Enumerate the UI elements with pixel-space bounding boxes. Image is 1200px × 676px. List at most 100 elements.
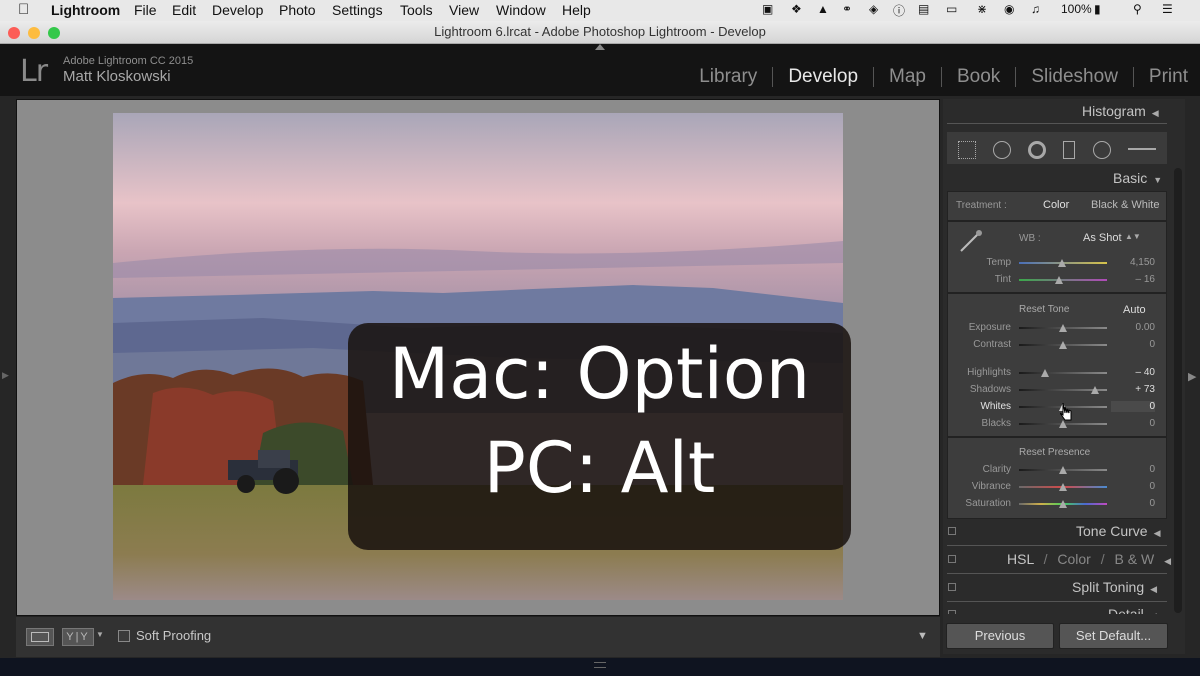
soft-proofing-label[interactable]: Soft Proofing xyxy=(136,628,211,643)
slider-thumb[interactable] xyxy=(1059,324,1067,332)
battery-icon[interactable]: ▮ xyxy=(1094,2,1101,16)
apple-menu-icon[interactable]:  xyxy=(18,1,32,18)
airplay-icon[interactable]: ▭ xyxy=(946,2,957,16)
slider-value[interactable]: – 40 xyxy=(1111,367,1155,378)
slider-thumb[interactable] xyxy=(1058,259,1067,267)
slider-thumb[interactable] xyxy=(1091,386,1100,394)
notes-icon[interactable]: ▤ xyxy=(918,2,929,16)
battery-percent[interactable]: 100% xyxy=(1061,2,1092,16)
split-toning-panel-header[interactable]: Split Toning ◀ xyxy=(1072,579,1157,595)
expand-right-panel-icon[interactable]: ▶ xyxy=(1188,370,1196,383)
filmstrip-resize-handle[interactable] xyxy=(594,662,606,668)
before-after-dropdown-icon[interactable]: ▼ xyxy=(96,630,104,639)
before-after-button[interactable]: Y|Y xyxy=(62,628,94,646)
dropbox-icon[interactable]: ❖ xyxy=(791,2,802,16)
collapse-top-panel-icon[interactable] xyxy=(595,44,605,50)
adjustment-brush-icon[interactable] xyxy=(1128,148,1156,150)
slider-thumb[interactable] xyxy=(1059,420,1067,428)
reset-tone-button[interactable]: Reset Tone xyxy=(1019,304,1069,315)
collapse-basic-icon[interactable]: ▼ xyxy=(1153,175,1162,185)
slider-value[interactable]: 0.00 xyxy=(1111,322,1155,333)
collapse-histogram-icon[interactable]: ◀ xyxy=(1152,108,1159,118)
basic-panel-header[interactable]: Basic ▼ xyxy=(1113,170,1162,186)
split-toning-toggle[interactable] xyxy=(948,583,956,591)
histogram-panel-header[interactable]: Histogram ◀ xyxy=(1082,103,1159,119)
set-default-button[interactable]: Set Default... xyxy=(1059,623,1168,649)
slider-value[interactable]: 0 xyxy=(1111,464,1155,475)
slider-value[interactable]: 0 xyxy=(1111,481,1155,492)
radial-filter-icon[interactable] xyxy=(1093,141,1111,159)
wb-dropdown-icon[interactable]: ▲▼ xyxy=(1125,232,1141,241)
menu-edit[interactable]: Edit xyxy=(172,2,196,19)
slider-value[interactable]: 0 xyxy=(1111,401,1155,412)
slider-thumb[interactable] xyxy=(1059,483,1067,491)
expand-detail-icon[interactable]: ◀ xyxy=(1150,611,1157,614)
module-map[interactable]: Map xyxy=(887,66,928,88)
menu-help[interactable]: Help xyxy=(562,2,591,19)
hsl-toggle[interactable] xyxy=(948,555,956,563)
menu-app-lightroom[interactable]: Lightroom xyxy=(51,2,120,19)
slider-value[interactable]: 0 xyxy=(1111,418,1155,429)
wb-dropdown[interactable]: As Shot xyxy=(1083,232,1122,244)
volume-icon[interactable]: ♫ xyxy=(1031,2,1040,16)
slider-thumb[interactable] xyxy=(1059,500,1067,508)
soft-proofing-checkbox[interactable] xyxy=(118,630,130,642)
slider-value[interactable]: + 73 xyxy=(1111,384,1155,395)
info-icon[interactable]: ⓘ xyxy=(893,2,905,19)
right-panel-scrollbar[interactable] xyxy=(1174,168,1182,613)
slider-value[interactable]: 0 xyxy=(1111,498,1155,509)
crop-tool-icon[interactable] xyxy=(958,141,976,159)
slider-thumb[interactable] xyxy=(1059,466,1067,474)
creative-cloud-icon[interactable]: ⚭ xyxy=(842,2,852,16)
menu-photo[interactable]: Photo xyxy=(279,2,316,19)
slider-thumb[interactable] xyxy=(1041,369,1050,377)
slider-track[interactable] xyxy=(1019,372,1107,374)
module-slideshow[interactable]: Slideshow xyxy=(1029,66,1120,88)
slider-thumb[interactable] xyxy=(1055,276,1064,284)
menu-view[interactable]: View xyxy=(449,2,479,19)
detail-toggle[interactable] xyxy=(948,610,956,614)
previous-button[interactable]: Previous xyxy=(946,623,1054,649)
treatment-bw-button[interactable]: Black & White xyxy=(1091,199,1159,211)
menu-settings[interactable]: Settings xyxy=(332,2,383,19)
module-print[interactable]: Print xyxy=(1147,66,1190,88)
spot-removal-tool-icon[interactable] xyxy=(993,141,1011,159)
color-tab[interactable]: Color xyxy=(1057,551,1090,567)
tone-curve-panel-header[interactable]: Tone Curve ◀ xyxy=(1076,523,1161,539)
tone-curve-toggle[interactable] xyxy=(948,527,956,535)
module-book[interactable]: Book xyxy=(955,66,1002,88)
menu-develop[interactable]: Develop xyxy=(212,2,263,19)
expand-hsl-icon[interactable]: ◀ xyxy=(1164,556,1171,566)
menu-window[interactable]: Window xyxy=(496,2,546,19)
notification-center-icon[interactable]: ☰ xyxy=(1162,2,1173,16)
graduated-filter-icon[interactable] xyxy=(1063,141,1075,159)
slider-value[interactable]: – 16 xyxy=(1111,274,1155,285)
toolbar-options-dropdown-icon[interactable]: ▼ xyxy=(917,630,928,642)
bw-tab[interactable]: B & W xyxy=(1115,551,1155,567)
menu-file[interactable]: File xyxy=(134,2,157,19)
auto-tone-button[interactable]: Auto xyxy=(1123,304,1146,316)
module-develop[interactable]: Develop xyxy=(786,66,860,88)
camera-icon[interactable]: ▣ xyxy=(762,2,773,16)
evernote-icon[interactable]: ◈ xyxy=(869,2,878,16)
expand-split-toning-icon[interactable]: ◀ xyxy=(1150,584,1157,594)
wifi-icon[interactable]: ◉ xyxy=(1004,2,1014,16)
expand-tone-curve-icon[interactable]: ◀ xyxy=(1154,528,1161,538)
spotlight-search-icon[interactable]: ⚲ xyxy=(1133,2,1142,16)
drive-icon[interactable]: ▲ xyxy=(817,2,829,16)
eyedropper-icon[interactable] xyxy=(958,228,984,254)
slider-value[interactable]: 4,150 xyxy=(1111,257,1155,268)
hsl-tab[interactable]: HSL xyxy=(1007,551,1034,567)
detail-panel-header[interactable]: Detail ◀ xyxy=(1108,606,1157,614)
slider-thumb[interactable] xyxy=(1059,341,1067,349)
slider-value[interactable]: 0 xyxy=(1111,339,1155,350)
bluetooth-icon[interactable]: ⋇ xyxy=(977,2,987,16)
treatment-color-button[interactable]: Color xyxy=(1043,199,1069,211)
hsl-panel-header[interactable]: HSL / Color / B & W ◀ xyxy=(1007,551,1171,567)
module-library[interactable]: Library xyxy=(697,66,759,88)
menu-tools[interactable]: Tools xyxy=(400,2,433,19)
expand-left-panel-icon[interactable]: ▶ xyxy=(2,370,9,381)
reset-presence-button[interactable]: Reset Presence xyxy=(1019,447,1090,458)
loupe-view-button[interactable] xyxy=(26,628,54,646)
red-eye-tool-icon[interactable] xyxy=(1028,141,1046,159)
